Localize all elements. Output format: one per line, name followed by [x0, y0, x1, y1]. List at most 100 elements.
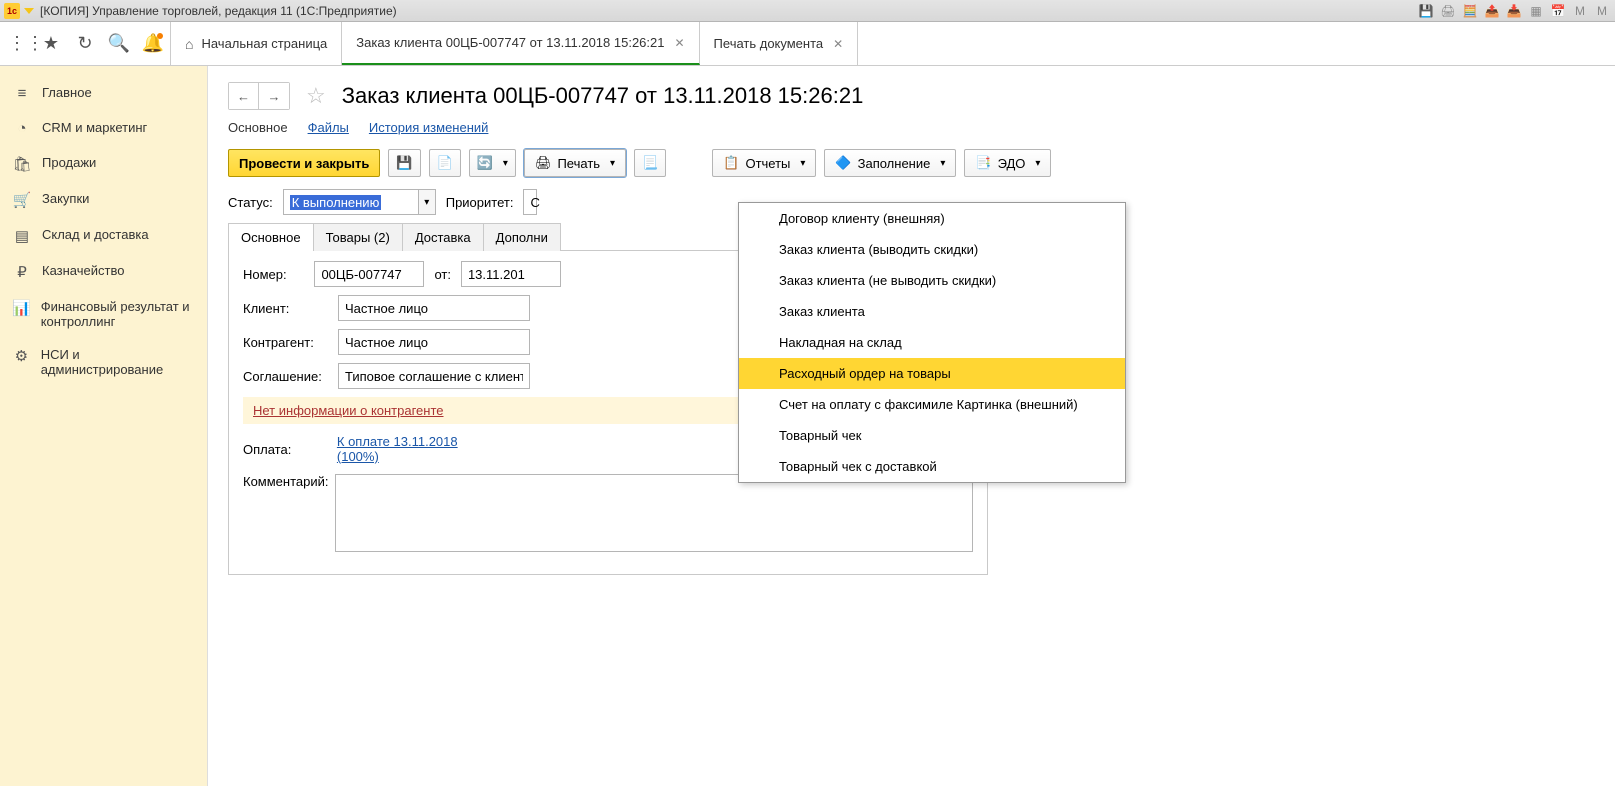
priority-field[interactable]: С — [523, 189, 537, 215]
sidebar-item-crm[interactable]: ◔CRM и маркетинг — [0, 111, 207, 146]
sidebar-item-treasury[interactable]: ₽Казначейство — [0, 254, 207, 290]
page-header: ← → ☆ Заказ клиента 00ЦБ-007747 от 13.11… — [228, 82, 1595, 110]
sidebar-item-label: Продажи — [42, 155, 96, 170]
edo-icon: 📑 — [975, 155, 991, 171]
formtab-main[interactable]: Основное — [228, 223, 314, 251]
dd-item-receipt[interactable]: Товарный чек — [739, 420, 1125, 451]
sidebar-item-finance[interactable]: 📊 Финансовый результат и контроллинг — [0, 290, 207, 338]
dd-item-receipt-delivery[interactable]: Товарный чек с доставкой — [739, 451, 1125, 482]
sidebar-item-label: Финансовый результат и контроллинг — [41, 299, 195, 329]
close-icon[interactable]: ✕ — [674, 36, 684, 50]
quick-tools: ⋮⋮⋮ ★ ↻ 🔍 🔔 — [0, 22, 171, 65]
printer-icon: 🖨 — [535, 155, 552, 171]
sidebar-item-admin[interactable]: ⚙НСИ и администрирование — [0, 338, 207, 386]
dd-item-contract[interactable]: Договор клиенту (внешняя) — [739, 203, 1125, 234]
sidebar-item-purchases[interactable]: 🛒Закупки — [0, 182, 207, 218]
star-icon[interactable]: ★ — [34, 22, 68, 66]
post-button[interactable]: 📄 — [429, 149, 461, 177]
dd-item-expense-order[interactable]: Расходный ордер на товары — [739, 358, 1125, 389]
counterparty-input[interactable] — [338, 329, 530, 355]
bag-icon: 🛍 — [12, 155, 32, 173]
close-icon[interactable]: ✕ — [833, 37, 843, 51]
bell-icon[interactable]: 🔔 — [136, 22, 170, 66]
m-icon-2[interactable]: M — [1593, 2, 1611, 20]
sidebar-item-label: Главное — [42, 85, 92, 100]
button-label: Провести и закрыть — [239, 156, 369, 171]
post-and-close-button[interactable]: Провести и закрыть — [228, 149, 380, 177]
history-icon[interactable]: ↻ — [68, 22, 102, 66]
caret-icon: ▾ — [800, 158, 805, 169]
edo-button[interactable]: 📑ЭДО▾ — [964, 149, 1051, 177]
number-input[interactable] — [314, 261, 424, 287]
sub-tabs: Основное Файлы История изменений — [228, 120, 1595, 135]
save-button[interactable]: 💾 — [388, 149, 420, 177]
dd-item-order-nodiscounts[interactable]: Заказ клиента (не выводить скидки) — [739, 265, 1125, 296]
agreement-label: Соглашение: — [243, 369, 338, 384]
dropdown-caret[interactable]: ▾ — [418, 189, 436, 215]
cart-icon: 🛒 — [12, 191, 32, 209]
page-title: Заказ клиента 00ЦБ-007747 от 13.11.2018 … — [342, 83, 864, 109]
back-button[interactable]: ← — [229, 83, 259, 109]
tab-order-label: Заказ клиента 00ЦБ-007747 от 13.11.2018 … — [356, 35, 664, 50]
tab-print-doc[interactable]: Печать документа ✕ — [700, 22, 859, 65]
search-icon[interactable]: 🔍 — [102, 22, 136, 66]
m-icon-1[interactable]: M — [1571, 2, 1589, 20]
subtab-files[interactable]: Файлы — [308, 120, 349, 135]
mail-up-icon[interactable]: 📤 — [1483, 2, 1501, 20]
print-icon[interactable]: 🖨 — [1439, 2, 1457, 20]
caret-icon: ▾ — [503, 158, 508, 169]
comment-textarea[interactable] — [335, 474, 973, 552]
client-input[interactable] — [338, 295, 530, 321]
formtab-extra[interactable]: Дополни — [483, 223, 561, 251]
dd-item-order-discounts[interactable]: Заказ клиента (выводить скидки) — [739, 234, 1125, 265]
agreement-input[interactable] — [338, 363, 530, 389]
mail-down-icon[interactable]: 📥 — [1505, 2, 1523, 20]
favorite-star-icon[interactable]: ☆ — [306, 83, 326, 109]
home-icon: ⌂ — [185, 36, 193, 52]
disk-icon[interactable]: 💾 — [1417, 2, 1435, 20]
payment-link[interactable]: К оплате 13.11.2018 (100%) — [337, 434, 501, 464]
subtab-main[interactable]: Основное — [228, 120, 288, 135]
reports-button[interactable]: 📋Отчеты▾ — [712, 149, 816, 177]
doc-button[interactable]: 📃 — [634, 149, 666, 177]
tab-order[interactable]: Заказ клиента 00ЦБ-007747 от 13.11.2018 … — [342, 22, 699, 65]
page-tabs: ⌂ Начальная страница Заказ клиента 00ЦБ-… — [171, 22, 858, 65]
sidebar-item-sales[interactable]: 🛍 Продажи — [0, 146, 207, 182]
calc-icon[interactable]: 🧮 — [1461, 2, 1479, 20]
calendar-icon[interactable]: 📅 — [1549, 2, 1567, 20]
sidebar-item-main[interactable]: ≡Главное — [0, 76, 207, 111]
window-title: [КОПИЯ] Управление торговлей, редакция 1… — [40, 4, 397, 18]
dd-item-waybill[interactable]: Накладная на склад — [739, 327, 1125, 358]
comment-label: Комментарий: — [243, 474, 335, 489]
table-icon[interactable]: ▦ — [1527, 2, 1545, 20]
subtab-history[interactable]: История изменений — [369, 120, 489, 135]
formtab-goods[interactable]: Товары (2) — [313, 223, 403, 251]
dd-item-order[interactable]: Заказ клиента — [739, 296, 1125, 327]
bars-icon: 📊 — [12, 299, 31, 317]
priority-label: Приоритет: — [446, 195, 514, 210]
priority-value: С — [530, 195, 539, 210]
warning-link[interactable]: Нет информации о контрагенте — [253, 403, 444, 418]
save-icon: 💾 — [396, 155, 412, 171]
create-based-button[interactable]: 🔄▾ — [469, 149, 516, 177]
date-input[interactable] — [461, 261, 561, 287]
toolbar: Провести и закрыть 💾 📄 🔄▾ 🖨Печать▾ 📃 📋От… — [228, 149, 1595, 177]
dropdown-arrow-icon[interactable] — [24, 8, 34, 14]
report-icon: 📋 — [723, 155, 739, 171]
tab-print-label: Печать документа — [714, 36, 824, 51]
tab-home[interactable]: ⌂ Начальная страница — [171, 22, 342, 65]
forward-button[interactable]: → — [259, 83, 289, 109]
print-button[interactable]: 🖨Печать▾ — [524, 149, 626, 177]
formtab-delivery[interactable]: Доставка — [402, 223, 484, 251]
dd-item-invoice-fax[interactable]: Счет на оплату с факсимиле Картинка (вне… — [739, 389, 1125, 420]
from-label: от: — [434, 267, 451, 282]
apps-grid-icon[interactable]: ⋮⋮⋮ — [0, 22, 34, 66]
fill-button[interactable]: 🔷Заполнение▾ — [824, 149, 956, 177]
app-icon: 1c — [4, 3, 20, 19]
status-combo[interactable]: К выполнению ▾ — [283, 189, 436, 215]
gear-icon: ⚙ — [12, 347, 31, 365]
sidebar-item-warehouse[interactable]: ▤Склад и доставка — [0, 218, 207, 254]
client-label: Клиент: — [243, 301, 338, 316]
window-title-bar: 1c [КОПИЯ] Управление торговлей, редакци… — [0, 0, 1615, 22]
fill-icon: 🔷 — [835, 155, 851, 171]
